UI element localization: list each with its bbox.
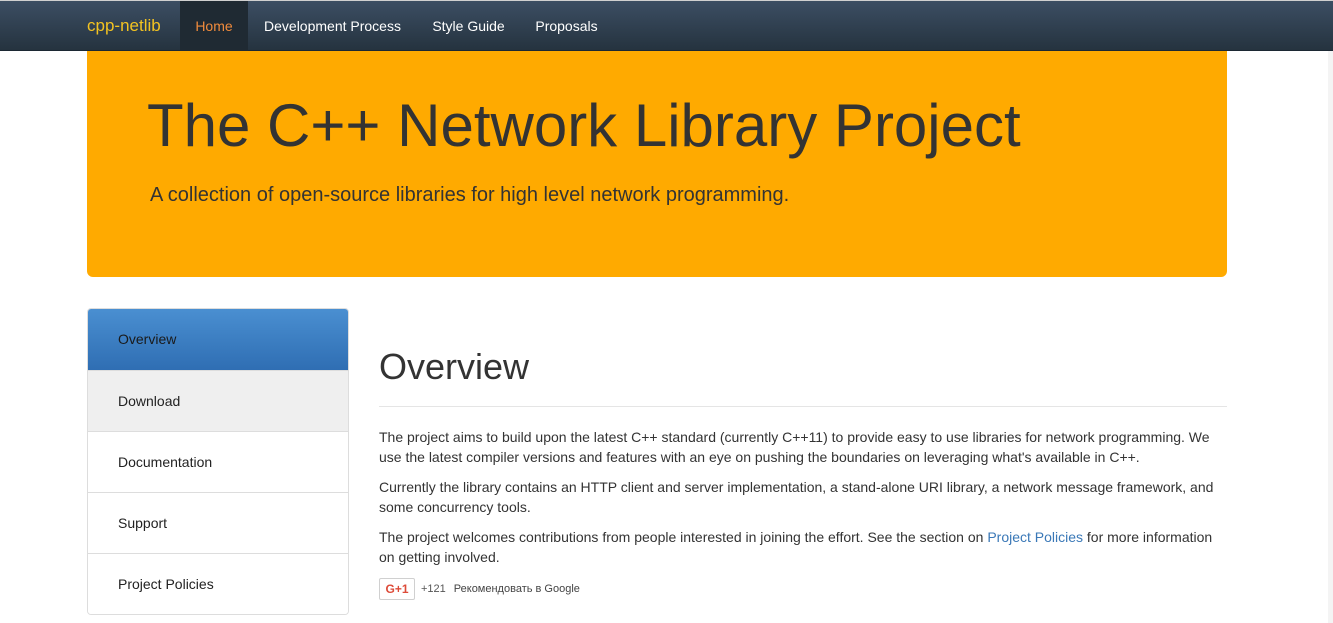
nav-home[interactable]: Home [180,1,248,51]
google-plus-one-button[interactable]: G+1 [379,578,415,600]
sidebar-item-documentation[interactable]: Documentation [88,431,348,492]
intro-paragraph: The project aims to build upon the lates… [379,429,1210,465]
main-content: Overview The project aims to build upon … [379,340,1227,601]
scrollbar-track[interactable] [1328,51,1333,623]
sidebar-item-support[interactable]: Support [88,492,348,553]
top-navbar: cpp-netlib Home Development Process Styl… [0,0,1333,51]
nav-proposals[interactable]: Proposals [520,1,613,51]
sidebar-item-overview[interactable]: Overview [88,309,348,370]
contribution-paragraph: The project welcomes contributions from … [379,527,1227,567]
hero-banner: The C++ Network Library Project A collec… [87,51,1227,277]
sidebar-nav: Overview Download Documentation Support … [87,308,349,615]
contribution-text-before: The project welcomes contributions from … [379,529,988,545]
hero-title: The C++ Network Library Project [147,92,1021,159]
nav-style-guide[interactable]: Style Guide [417,1,520,51]
google-plus-label: Рекомендовать в Google [453,583,580,595]
page-title: Overview [379,340,1227,407]
google-plus-count: +121 [421,583,446,595]
nav-development-process[interactable]: Development Process [248,1,417,51]
hero-subtitle: A collection of open-source libraries fo… [150,184,790,206]
sidebar-item-download[interactable]: Download [88,370,348,431]
brand-link[interactable]: cpp-netlib [87,1,161,51]
google-plus-widget: G+1 +121 Рекомендовать в Google [379,577,1227,601]
features-paragraph: Currently the library contains an HTTP c… [379,479,1214,515]
project-policies-link[interactable]: Project Policies [987,529,1083,545]
sidebar-item-project-policies[interactable]: Project Policies [88,553,348,614]
